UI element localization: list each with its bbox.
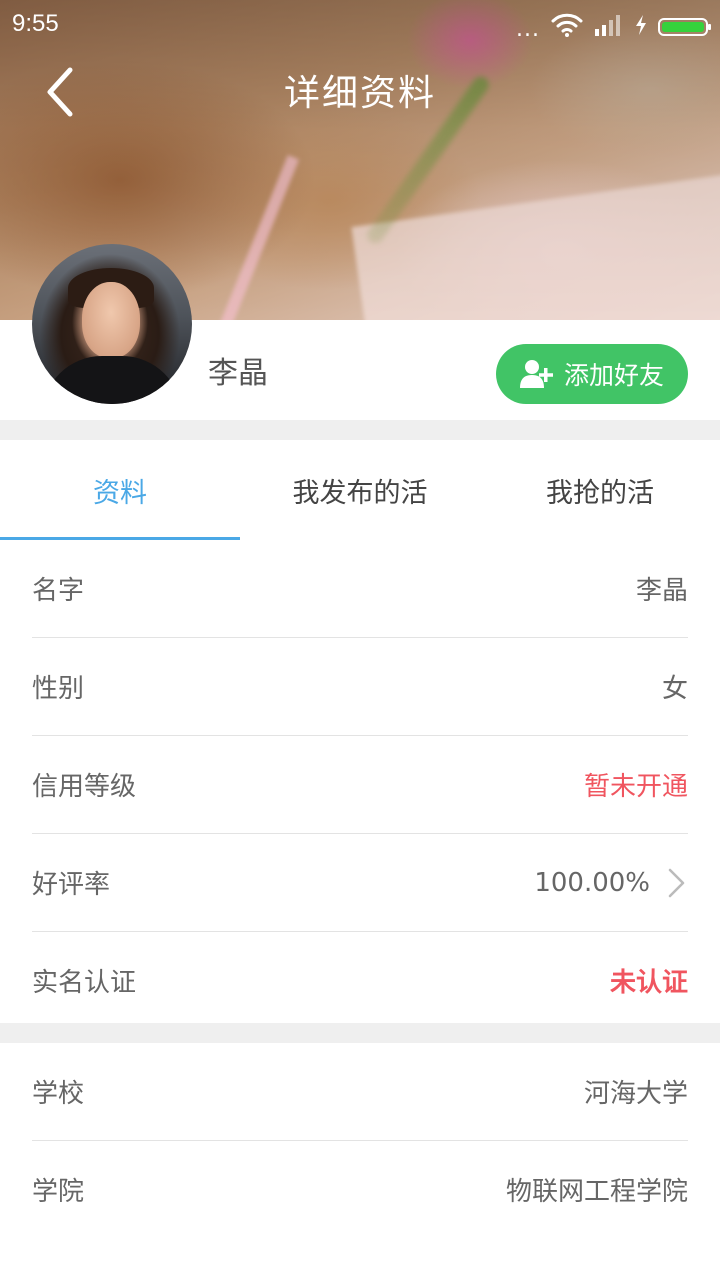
tab-my-grabbed-jobs[interactable]: 我抢的活 xyxy=(480,440,720,540)
info-label: 名字 xyxy=(32,576,85,606)
info-value: 女 xyxy=(661,674,688,704)
profile-tabs: 资料 我发布的活 我抢的活 xyxy=(0,440,720,540)
info-label: 好评率 xyxy=(32,870,111,900)
status-bar: 9:55 ... xyxy=(0,0,720,50)
info-row-credit-level: 信用等级 暂未开通 xyxy=(32,736,688,834)
info-row-rating[interactable]: 好评率 100.00% xyxy=(32,834,688,932)
avatar[interactable] xyxy=(32,244,192,404)
info-label: 学校 xyxy=(32,1079,85,1109)
signal-icon xyxy=(594,13,624,41)
section-divider xyxy=(0,420,720,440)
add-friend-button[interactable]: 添加好友 xyxy=(496,344,688,404)
add-user-icon xyxy=(519,360,553,388)
info-value: 李晶 xyxy=(635,576,688,606)
rating-value: 100.00% xyxy=(534,867,650,898)
rating-value-group: 100.00% xyxy=(534,867,688,899)
info-value: 物联网工程学院 xyxy=(505,1177,688,1207)
info-label: 学院 xyxy=(32,1177,85,1207)
info-value: 河海大学 xyxy=(583,1079,688,1109)
info-list-personal: 名字 李晶 性别 女 信用等级 暂未开通 好评率 100.00% 实名认证 未认… xyxy=(0,540,720,1029)
info-row-gender: 性别 女 xyxy=(32,638,688,736)
wifi-icon xyxy=(550,12,584,42)
status-icons: ... xyxy=(516,12,711,42)
info-label: 实名认证 xyxy=(32,968,137,998)
user-name: 李晶 xyxy=(208,356,268,391)
info-row-college: 学院 物联网工程学院 xyxy=(32,1141,688,1238)
info-label: 性别 xyxy=(32,674,85,704)
verification-status: 未认证 xyxy=(609,968,688,998)
info-list-school: 学校 河海大学 学院 物联网工程学院 xyxy=(0,1043,720,1238)
info-row-real-name-verification: 实名认证 未认证 xyxy=(32,932,688,1029)
chevron-right-icon xyxy=(668,868,685,897)
page-title: 详细资料 xyxy=(283,73,436,114)
profile-detail-page: 9:55 ... 详细资料 李晶 添加好友 资料 我发布的活 我抢的活 名字 李… xyxy=(0,0,720,1280)
status-time: 9:55 xyxy=(12,10,59,37)
more-dots: ... xyxy=(516,17,540,42)
section-divider xyxy=(0,1023,720,1043)
tab-my-posted-jobs[interactable]: 我发布的活 xyxy=(240,440,480,540)
charging-icon xyxy=(634,14,648,40)
info-row-name: 名字 李晶 xyxy=(32,540,688,638)
credit-level-status: 暂未开通 xyxy=(583,772,688,802)
avatar-face xyxy=(82,282,140,358)
avatar-coat xyxy=(42,356,182,404)
info-label: 信用等级 xyxy=(32,772,137,802)
tab-info[interactable]: 资料 xyxy=(0,440,240,540)
info-row-school: 学校 河海大学 xyxy=(32,1043,688,1141)
battery-icon xyxy=(658,18,711,36)
add-friend-label: 添加好友 xyxy=(563,361,664,390)
